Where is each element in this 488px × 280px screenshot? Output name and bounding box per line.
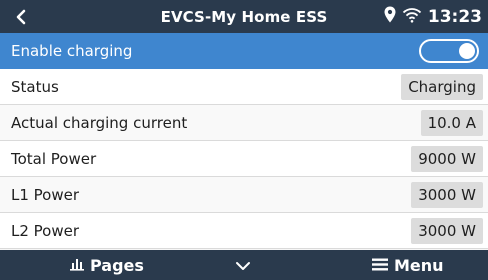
chevron-down-icon [235, 256, 251, 275]
wifi-icon [402, 7, 422, 27]
total-power-value: 9000 W [411, 145, 483, 172]
row-l1-power[interactable]: L1 Power 3000 W [0, 177, 488, 213]
screen: EVCS-My Home ESS 13:23 Enable charging S… [0, 0, 488, 280]
hamburger-icon [372, 256, 388, 275]
bar-chart-icon [70, 256, 84, 275]
charging-current-value: 10.0 A [420, 109, 483, 136]
bottom-bar: Pages Menu [0, 250, 488, 280]
switch-knob [459, 42, 475, 59]
l1-power-value: 3000 W [411, 181, 483, 208]
pages-label: Pages [90, 255, 144, 275]
top-bar: EVCS-My Home ESS 13:23 [0, 0, 488, 33]
clock: 13:23 [427, 6, 482, 27]
row-label: Actual charging current [11, 113, 188, 132]
row-total-power[interactable]: Total Power 9000 W [0, 141, 488, 177]
location-pin-icon [384, 6, 396, 27]
status-value: Charging [401, 73, 483, 100]
row-status[interactable]: Status Charging [0, 69, 488, 105]
collapse-button[interactable] [235, 250, 251, 280]
row-label: Enable charging [11, 41, 133, 60]
row-label: Total Power [11, 149, 97, 168]
row-label: Status [11, 77, 59, 96]
menu-label: Menu [394, 255, 444, 275]
menu-button[interactable]: Menu [372, 250, 444, 280]
row-l2-power[interactable]: L2 Power 3000 W [0, 213, 488, 249]
pages-button[interactable]: Pages [70, 250, 144, 280]
enable-charging-switch[interactable] [419, 38, 479, 63]
row-enable-charging[interactable]: Enable charging [0, 33, 488, 69]
l2-power-value: 3000 W [411, 217, 483, 244]
row-label: L2 Power [11, 221, 80, 240]
row-label: L1 Power [11, 185, 80, 204]
row-actual-charging-current[interactable]: Actual charging current 10.0 A [0, 105, 488, 141]
status-icons: 13:23 [384, 0, 482, 33]
